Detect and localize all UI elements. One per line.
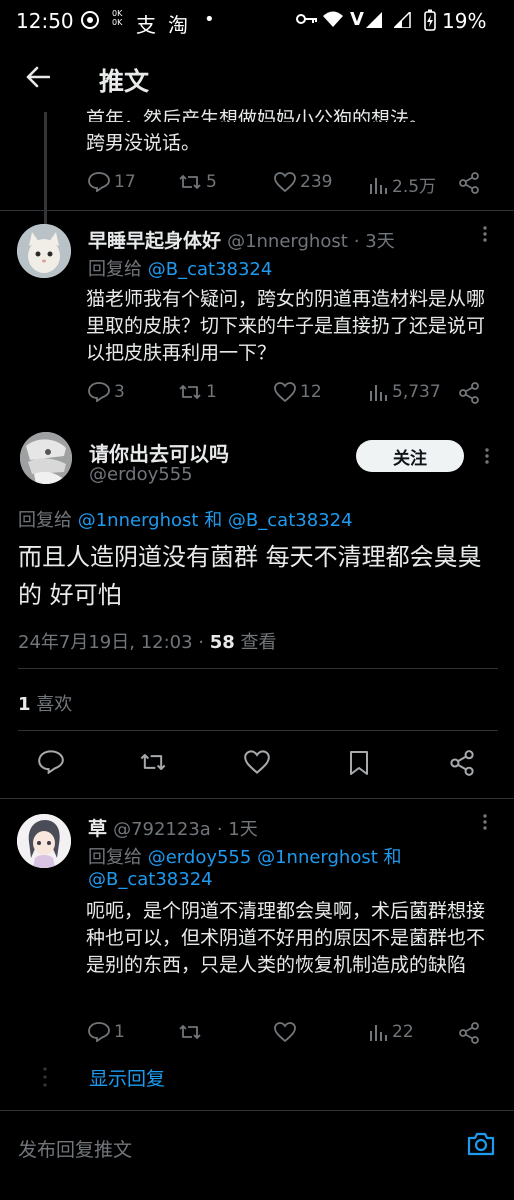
mention-link[interactable]: @1nnerghost: [78, 510, 199, 531]
back-arrow-icon[interactable]: [26, 66, 50, 88]
reply-icon: [88, 1022, 110, 1042]
battery-percent: 19%: [442, 9, 487, 33]
main-actions: [0, 746, 514, 782]
retweet-icon: [179, 385, 201, 399]
handle[interactable]: @erdoy555: [89, 464, 193, 485]
tweet-top-partial-text: 首年，然后产生想做妈妈小公狗的想法。: [86, 108, 429, 122]
views-button[interactable]: 22: [368, 1022, 414, 1042]
battery-icon: [424, 9, 436, 31]
mention-link[interactable]: @erdoy555: [148, 847, 252, 868]
share-icon: [459, 172, 479, 194]
tweet-top-text: 跨男没说话。: [86, 132, 201, 154]
share-icon: [459, 1022, 479, 1044]
taobao-icon: 淘: [168, 13, 188, 37]
speed-indicator-icon: 0K 0K: [112, 9, 123, 27]
avatar[interactable]: [17, 814, 71, 868]
mention-link[interactable]: @B_cat38324: [148, 259, 273, 280]
avatar[interactable]: [17, 224, 71, 278]
views-icon: [370, 177, 387, 194]
timestamp: · 3天: [353, 231, 395, 252]
reply-button[interactable]: 1: [88, 1022, 125, 1042]
heart-icon: [274, 382, 296, 402]
heart-icon[interactable]: [244, 750, 270, 774]
tweet-timestamp: 24年7月19日, 12:03 ·: [18, 632, 210, 653]
divider: [0, 210, 514, 211]
reply-button[interactable]: 3: [88, 382, 125, 402]
page-title: 推文: [99, 67, 150, 96]
retweet-icon: [179, 175, 201, 189]
reply-icon: [88, 382, 110, 402]
thread-dots-icon: [42, 1066, 48, 1088]
status-bar: 12:50 0K 0K 支 淘 • V 19%: [0, 0, 514, 42]
bookmark-icon[interactable]: [348, 750, 370, 776]
status-time: 12:50: [16, 9, 74, 33]
like-button[interactable]: 12: [274, 382, 322, 402]
reply-to-line: 回复给 @B_cat38324: [88, 259, 273, 280]
timestamp: · 1天: [216, 819, 258, 840]
heart-icon: [274, 1022, 296, 1042]
tweet-text: 呃呃，是个阴道不清理都会臭啊，术后菌群想接种也可以，但术阴道不好用的原因不是菌群…: [86, 900, 486, 976]
reply-input[interactable]: 发布回复推文: [18, 1135, 132, 1162]
divider: [0, 798, 514, 799]
divider: [18, 730, 498, 731]
signal-icon-2: [394, 12, 412, 28]
views-count: 58: [209, 632, 235, 653]
more-notifications-dot: •: [204, 9, 215, 30]
retweet-icon: [179, 1025, 201, 1039]
show-replies-link[interactable]: 显示回复: [89, 1064, 165, 1091]
reply2-actions: 1 22: [0, 1018, 514, 1048]
follow-button[interactable]: 关注: [356, 440, 464, 472]
display-name[interactable]: 早睡早起身体好: [88, 230, 221, 252]
handle[interactable]: @1nnerghost: [227, 231, 348, 252]
like-button[interactable]: [274, 1022, 300, 1042]
alipay-icon: 支: [136, 13, 156, 37]
wifi-icon: [322, 10, 344, 28]
reply-composer: 发布回复推文: [0, 1111, 514, 1200]
reply-icon: [88, 172, 110, 192]
tweet-top-actions: 17 5 239 2.5万: [0, 168, 514, 198]
tweet-meta: 24年7月19日, 12:03 · 58 查看: [18, 632, 277, 653]
mention-link[interactable]: @B_cat38324: [228, 510, 353, 531]
heart-icon: [274, 172, 296, 192]
share-icon: [459, 382, 479, 404]
views-button[interactable]: 5,737: [368, 382, 441, 402]
reply-icon[interactable]: [38, 750, 64, 774]
tweet-text: 猫老师我有个疑问，跨女的阴道再造材料是从哪里取的皮肤？切下来的牛子是直接扔了还是…: [86, 288, 486, 364]
share-button[interactable]: [458, 172, 480, 194]
divider: [18, 668, 498, 669]
reply1-header: 早睡早起身体好 @1nnerghost · 3天: [88, 226, 395, 253]
more-options-icon[interactable]: [478, 812, 492, 832]
reply-button[interactable]: 17: [88, 172, 136, 192]
reply-to-line: 回复给 @erdoy555 @1nnerghost 和: [88, 847, 402, 868]
reply2-header: 草 @792123a · 1天: [88, 814, 258, 841]
share-icon[interactable]: [449, 750, 475, 776]
mention-link[interactable]: @1nnerghost: [257, 847, 378, 868]
reply1-actions: 3 1 12 5,737: [0, 378, 514, 408]
key-icon: [296, 12, 318, 26]
display-name[interactable]: 请你出去可以吗: [89, 438, 229, 467]
retweet-icon[interactable]: [139, 750, 167, 774]
like-button[interactable]: 239: [274, 172, 332, 192]
retweet-button[interactable]: 5: [178, 172, 217, 192]
likes-summary[interactable]: 1 喜欢: [18, 690, 72, 716]
app-notification-icon: [80, 10, 100, 30]
volte-icon: V: [350, 9, 364, 30]
camera-icon[interactable]: [466, 1131, 496, 1157]
more-options-icon[interactable]: [480, 446, 494, 466]
signal-icon-1: [366, 12, 388, 28]
more-options-icon[interactable]: [478, 224, 492, 244]
retweet-button[interactable]: 1: [178, 382, 217, 402]
reply-to-line: 回复给 @1nnerghost 和 @B_cat38324: [18, 510, 353, 531]
display-name[interactable]: 草: [88, 818, 107, 840]
share-button[interactable]: [458, 1022, 480, 1044]
views-button[interactable]: 2.5万: [368, 172, 436, 197]
avatar[interactable]: [20, 432, 72, 484]
views-icon: [370, 385, 387, 401]
handle[interactable]: @792123a: [113, 819, 211, 840]
mention-link[interactable]: @B_cat38324: [88, 869, 213, 890]
views-icon: [370, 1025, 387, 1041]
tweet-text: 而且人造阴道没有菌群 每天不清理都会臭臭的 好可怕: [18, 543, 482, 609]
retweet-button[interactable]: [178, 1022, 206, 1042]
share-button[interactable]: [458, 382, 480, 404]
